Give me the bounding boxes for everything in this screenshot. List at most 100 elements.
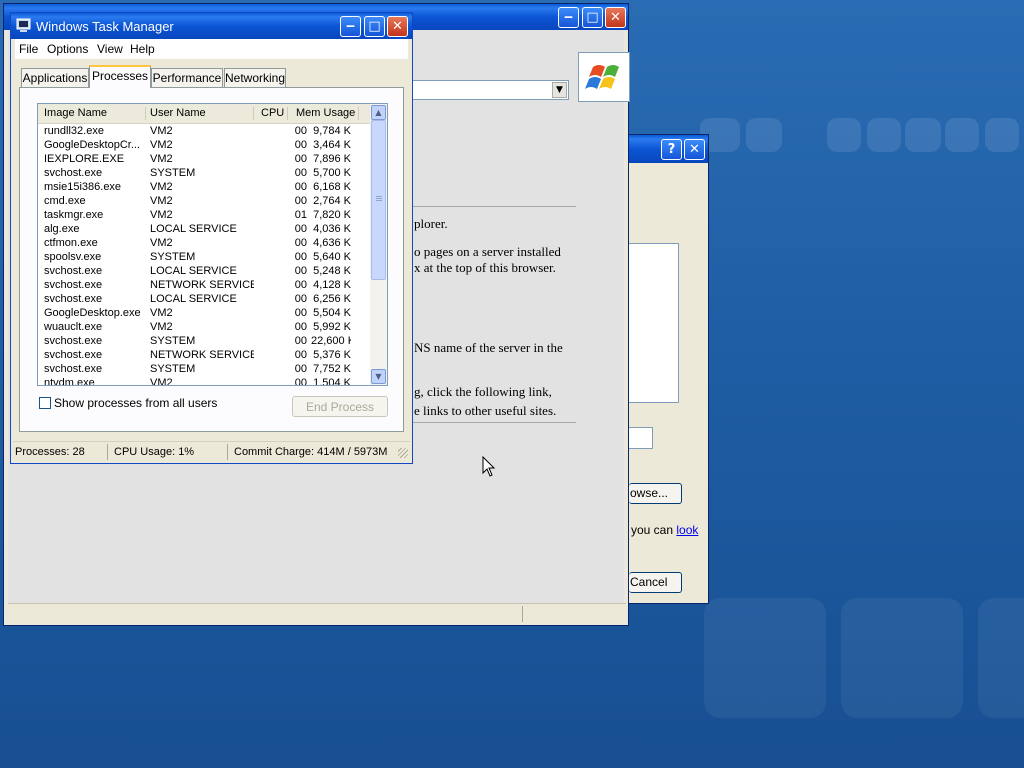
statusbar-divider [227,444,228,460]
cell-user-name: VM2 [150,377,173,386]
table-row[interactable]: svchost.exe SYSTEM 00 7,752 K [38,362,371,376]
table-row[interactable]: alg.exe LOCAL SERVICE 00 4,036 K [38,222,371,236]
cell-cpu: 00 [294,335,307,347]
table-row[interactable]: IEXPLORE.EXE VM2 00 7,896 K [38,152,371,166]
open-input-field[interactable] [629,427,653,449]
help-text-prefix: you can [631,523,677,537]
cell-mem-usage: 22,600 K [311,335,351,347]
divider [408,206,576,207]
desktop-tile [827,118,861,152]
cell-image-name: GoogleDesktop.exe [44,307,141,319]
help-button[interactable]: ? [661,139,682,160]
resize-grip-icon[interactable] [398,448,408,458]
minimize-button[interactable]: ‒ [558,7,579,28]
table-row[interactable]: ntvdm.exe VM2 00 1,504 K [38,376,371,386]
cell-image-name: svchost.exe [44,335,103,347]
menu-view[interactable]: View [97,42,123,56]
process-list-header: Image Name User Name CPU Mem Usage [38,104,371,124]
cell-mem-usage: 1,504 K [313,377,351,386]
table-row[interactable]: svchost.exe NETWORK SERVICE 00 5,376 K [38,348,371,362]
desktop-tile [841,598,963,718]
desktop-tile [905,118,941,152]
column-separator[interactable] [145,107,146,120]
tab-networking[interactable]: Networking [224,68,286,87]
desktop-tile [704,598,826,718]
task-manager-window: Windows Task Manager ‒ □ ✕ File Options … [10,12,413,464]
maximize-button[interactable]: □ [364,16,385,37]
dialog-close-button[interactable]: ✕ [684,139,705,160]
desktop-tile [945,118,979,152]
dialog-window: ? ✕ owse... you can look Cancel [628,134,709,604]
cell-cpu: 00 [294,139,307,151]
cell-cpu: 00 [294,377,307,386]
cell-mem-usage: 4,128 K [313,279,351,291]
end-process-button[interactable]: End Process [292,396,388,417]
cell-image-name: ctfmon.exe [44,237,98,249]
dialog-titlebar[interactable]: ? ✕ [629,135,708,163]
cell-image-name: svchost.exe [44,265,103,277]
table-row[interactable]: rundll32.exe VM2 00 9,784 K [38,124,371,138]
window-title: Windows Task Manager [36,19,174,34]
dropdown-arrow-icon[interactable]: ▼ [552,82,567,98]
cell-user-name: NETWORK SERVICE [150,349,254,361]
show-all-users-label[interactable]: Show processes from all users [54,396,217,410]
table-row[interactable]: spoolsv.exe SYSTEM 00 5,640 K [38,250,371,264]
cell-cpu: 00 [294,265,307,277]
close-button[interactable]: ✕ [605,7,626,28]
status-process-count: Processes: 28 [15,446,85,458]
table-row[interactable]: svchost.exe SYSTEM 00 5,700 K [38,166,371,180]
table-row[interactable]: wuauclt.exe VM2 00 5,992 K [38,320,371,334]
table-row[interactable]: cmd.exe VM2 00 2,764 K [38,194,371,208]
close-button[interactable]: ✕ [387,16,408,37]
column-separator[interactable] [253,107,254,120]
maximize-button[interactable]: □ [582,7,603,28]
browser-statusbar [8,603,626,624]
task-manager-app-icon [16,18,31,33]
table-row[interactable]: GoogleDesktopCr... VM2 00 3,464 K [38,138,371,152]
cell-cpu: 00 [294,321,307,333]
scroll-down-icon[interactable]: ▼ [371,369,386,384]
column-image-name[interactable]: Image Name [44,107,107,119]
page-text-line: o pages on a server installed [414,244,561,259]
table-row[interactable]: svchost.exe LOCAL SERVICE 00 5,248 K [38,264,371,278]
table-row[interactable]: svchost.exe LOCAL SERVICE 00 6,256 K [38,292,371,306]
table-row[interactable]: taskmgr.exe VM2 01 7,820 K [38,208,371,222]
table-row[interactable]: GoogleDesktop.exe VM2 00 5,504 K [38,306,371,320]
column-separator[interactable] [358,107,359,120]
cell-mem-usage: 5,248 K [313,265,351,277]
table-row[interactable]: msie15i386.exe VM2 00 6,168 K [38,180,371,194]
column-separator[interactable] [287,107,288,120]
minimize-button[interactable]: ‒ [340,16,361,37]
column-user-name[interactable]: User Name [150,107,206,119]
cell-cpu: 00 [294,279,307,291]
tab-processes[interactable]: Processes [89,65,151,88]
column-cpu[interactable]: CPU [261,107,284,119]
tab-applications[interactable]: Applications [21,68,89,87]
cell-user-name: VM2 [150,237,173,249]
browse-button[interactable]: owse... [629,483,682,504]
table-row[interactable]: ctfmon.exe VM2 00 4,636 K [38,236,371,250]
vertical-scrollbar[interactable]: ▲ ▼ [370,104,387,385]
cell-user-name: VM2 [150,153,173,165]
cancel-button[interactable]: Cancel [629,572,682,593]
statusbar-divider [522,606,523,622]
process-list[interactable]: Image Name User Name CPU Mem Usage rundl… [37,103,388,386]
tab-performance[interactable]: Performance [151,68,223,87]
cell-mem-usage: 5,992 K [313,321,351,333]
address-combobox[interactable]: ▼ [412,80,569,100]
scroll-thumb[interactable] [371,120,386,280]
task-manager-titlebar[interactable]: Windows Task Manager ‒ □ ✕ [11,13,412,39]
menu-help[interactable]: Help [130,42,155,56]
cell-cpu: 00 [294,237,307,249]
look-link[interactable]: look [676,523,698,537]
show-all-users-checkbox[interactable] [39,397,51,409]
cell-user-name: VM2 [150,195,173,207]
menu-file[interactable]: File [19,42,38,56]
menu-options[interactable]: Options [47,42,88,56]
table-row[interactable]: svchost.exe NETWORK SERVICE 00 4,128 K [38,278,371,292]
scroll-up-icon[interactable]: ▲ [371,105,386,120]
column-mem-usage[interactable]: Mem Usage [296,107,355,119]
table-row[interactable]: svchost.exe SYSTEM 00 22,600 K [38,334,371,348]
cell-mem-usage: 5,700 K [313,167,351,179]
cell-user-name: VM2 [150,307,173,319]
